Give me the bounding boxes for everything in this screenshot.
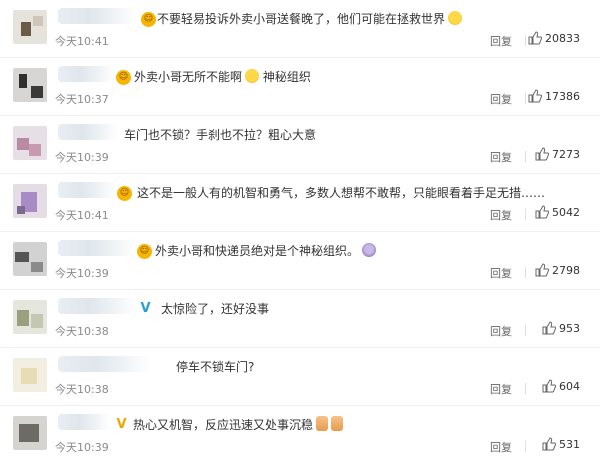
laugh-icon xyxy=(245,69,260,83)
like-button[interactable]: 20833 xyxy=(528,31,580,45)
username-blurred[interactable] xyxy=(58,356,150,372)
comment-item: 车门也不锁？手刹也不拉？粗心大意 今天10:39 回复 7273 xyxy=(0,116,600,174)
like-count: 20833 xyxy=(545,31,580,45)
like-count: 953 xyxy=(559,321,580,335)
thumbs-up-icon xyxy=(316,416,329,431)
reply-link[interactable]: 回复 xyxy=(490,91,512,107)
like-count: 604 xyxy=(559,379,580,393)
reply-link[interactable]: 回复 xyxy=(490,265,512,281)
like-button[interactable]: 953 xyxy=(542,321,580,335)
thumbs-up-icon xyxy=(542,321,556,335)
avatar[interactable] xyxy=(13,184,47,218)
divider xyxy=(525,441,526,452)
divider xyxy=(525,209,526,220)
comment-time: 今天10:37 xyxy=(55,93,109,106)
comment-text: 车门也不锁？手刹也不拉？粗心大意 xyxy=(124,128,317,142)
reply-link[interactable]: 回复 xyxy=(490,439,512,455)
reply-link[interactable]: 回复 xyxy=(490,323,512,339)
comment-text: 停车不锁车门? xyxy=(176,360,255,374)
verified-badge-icon: V xyxy=(140,301,151,316)
username-blurred[interactable] xyxy=(58,66,114,82)
like-count: 5042 xyxy=(552,205,580,219)
like-button[interactable]: 531 xyxy=(542,437,580,451)
comment-item: 停车不锁车门? 今天10:38 回复 604 xyxy=(0,348,600,406)
comment-time: 今天10:38 xyxy=(55,325,109,338)
like-button[interactable]: 5042 xyxy=(535,205,580,219)
username-blurred[interactable] xyxy=(58,414,110,430)
reply-link[interactable]: 回复 xyxy=(490,207,512,223)
like-count: 7273 xyxy=(552,147,580,161)
like-button[interactable]: 2798 xyxy=(535,263,580,277)
username-blurred[interactable] xyxy=(58,240,136,256)
like-count: 531 xyxy=(559,437,580,451)
comment-time: 今天10:41 xyxy=(55,35,109,48)
divider xyxy=(525,93,526,104)
laugh-icon xyxy=(448,11,463,25)
avatar[interactable] xyxy=(13,300,47,334)
comment-item: ☺ 不要轻易投诉外卖小哥送餐晚了，他们可能在拯救世界 今天10:41 回复 20… xyxy=(0,0,600,58)
reply-link[interactable]: 回复 xyxy=(490,149,512,165)
owl-icon xyxy=(362,243,377,257)
thumbs-up-icon xyxy=(542,379,556,393)
divider xyxy=(525,325,526,336)
comment-time: 今天10:39 xyxy=(55,151,109,164)
comment-time: 今天10:38 xyxy=(55,383,109,396)
member-badge-icon: ☺ xyxy=(137,244,152,259)
divider xyxy=(525,383,526,394)
comment-item: ☺ 外卖小哥和快递员绝对是个神秘组织。 今天10:39 回复 2798 xyxy=(0,232,600,290)
avatar[interactable] xyxy=(13,126,47,160)
member-badge-icon: ☺ xyxy=(116,70,131,85)
username-blurred[interactable] xyxy=(58,298,136,314)
comment-item: V 热心又机智，反应迅速又处事沉稳 今天10:39 回复 531 xyxy=(0,406,600,464)
reply-link[interactable]: 回复 xyxy=(490,381,512,397)
username-blurred[interactable] xyxy=(58,8,136,24)
comment-list: ☺ 不要轻易投诉外卖小哥送餐晚了，他们可能在拯救世界 今天10:41 回复 20… xyxy=(0,0,600,469)
thumbs-up-icon xyxy=(535,205,549,219)
member-badge-icon: ☺ xyxy=(141,12,156,27)
comment-text: 热心又机智，反应迅速又处事沉稳 xyxy=(133,416,344,433)
divider xyxy=(525,35,526,46)
username-blurred[interactable] xyxy=(58,124,118,140)
like-count: 17386 xyxy=(545,89,580,103)
avatar[interactable] xyxy=(13,358,47,392)
comment-item: ☺ 外卖小哥无所不能啊 神秘组织 今天10:37 回复 17386 xyxy=(0,58,600,116)
comment-text: 外卖小哥和快递员绝对是个神秘组织。 xyxy=(155,242,377,259)
avatar[interactable] xyxy=(13,416,47,450)
comment-text: 外卖小哥无所不能啊 神秘组织 xyxy=(134,69,311,84)
comment-item: ☺ 这不是一般人有的机智和勇气，多数人想帮不敢帮，只能眼看着手足无措…… 今天1… xyxy=(0,174,600,232)
like-button[interactable]: 7273 xyxy=(535,147,580,161)
username-blurred[interactable] xyxy=(58,182,116,198)
comment-text: 这不是一般人有的机智和勇气，多数人想帮不敢帮，只能眼看着手足无措…… xyxy=(137,186,546,200)
comment-time: 今天10:39 xyxy=(55,441,109,454)
like-button[interactable]: 604 xyxy=(542,379,580,393)
verified-badge-icon: V xyxy=(116,417,127,432)
like-count: 2798 xyxy=(552,263,580,277)
like-button[interactable]: 17386 xyxy=(528,89,580,103)
thumbs-up-icon xyxy=(542,437,556,451)
thumbs-up-icon xyxy=(528,89,542,103)
comment-text: 不要轻易投诉外卖小哥送餐晚了，他们可能在拯救世界 xyxy=(157,10,463,27)
avatar[interactable] xyxy=(13,68,47,102)
thumbs-up-icon xyxy=(535,263,549,277)
thumbs-up-icon xyxy=(535,147,549,161)
divider xyxy=(525,267,526,278)
avatar[interactable] xyxy=(13,10,47,44)
reply-link[interactable]: 回复 xyxy=(490,33,512,49)
thumbs-up-icon xyxy=(331,416,344,431)
avatar[interactable] xyxy=(13,242,47,276)
comment-time: 今天10:39 xyxy=(55,267,109,280)
thumbs-up-icon xyxy=(528,31,542,45)
member-badge-icon: ☺ xyxy=(117,186,132,201)
comment-text: 太惊险了，还好没事 xyxy=(161,302,270,316)
comment-item: V 太惊险了，还好没事 今天10:38 回复 953 xyxy=(0,290,600,348)
divider xyxy=(525,151,526,162)
comment-time: 今天10:41 xyxy=(55,209,109,222)
